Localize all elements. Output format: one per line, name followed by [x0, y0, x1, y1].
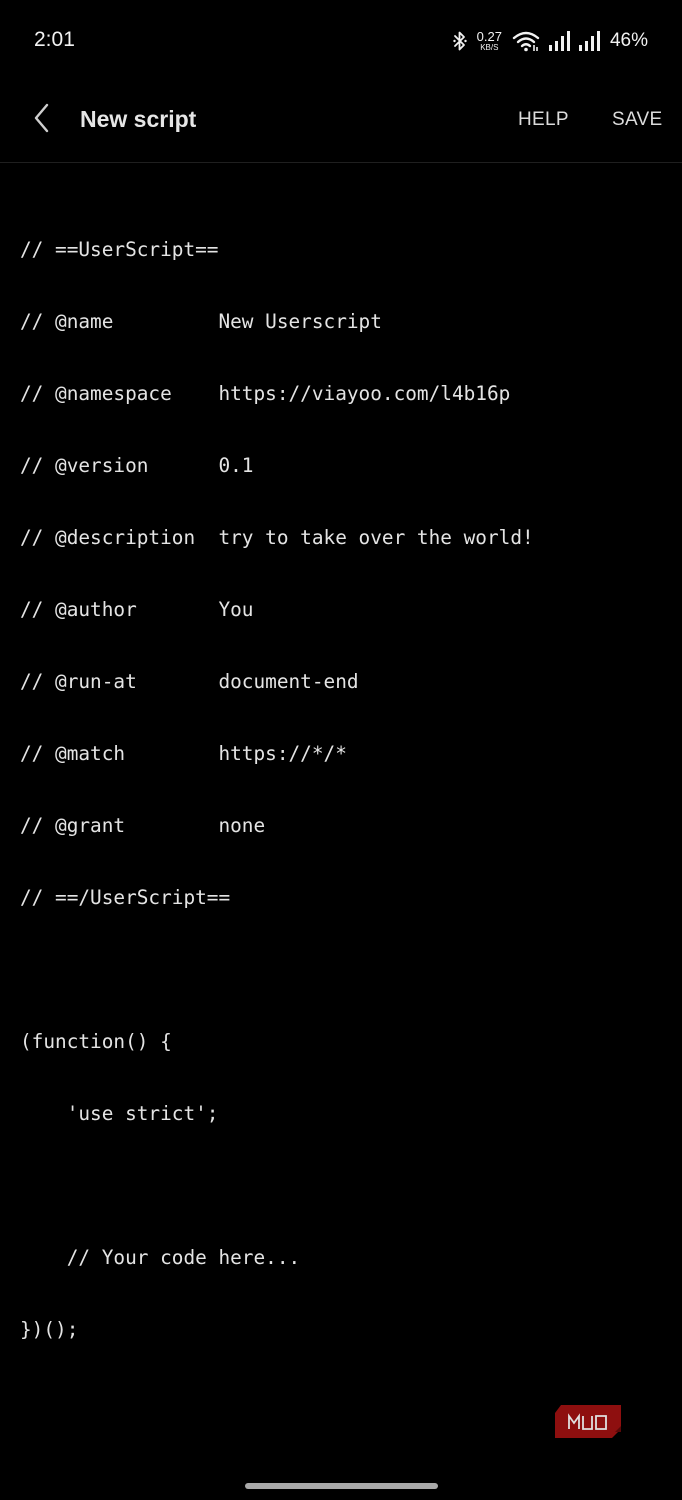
signal-icon	[578, 30, 600, 52]
code-editor[interactable]: // ==UserScript== // @name New Userscrip…	[20, 190, 660, 1366]
code-line: // @grant none	[20, 814, 266, 837]
code-line: (function() {	[20, 1030, 172, 1053]
code-line: // @name New Userscript	[20, 310, 382, 333]
status-time: 2:01	[34, 28, 75, 51]
status-bar: 2:01 0.27 KB/S 46%	[0, 0, 682, 82]
back-chevron-icon	[32, 103, 52, 138]
back-button[interactable]	[22, 100, 62, 140]
wifi-icon	[512, 30, 540, 52]
bluetooth-icon	[452, 30, 467, 52]
code-line: // @author You	[20, 598, 254, 621]
code-line: // ==/UserScript==	[20, 886, 231, 909]
code-line: // @namespace https://viayoo.com/l4b16p	[20, 382, 511, 405]
network-speed: 0.27 KB/S	[477, 30, 502, 52]
code-line: 'use strict';	[20, 1102, 219, 1125]
code-line: // @match https://*/*	[20, 742, 347, 765]
code-line: // @version 0.1	[20, 454, 254, 477]
code-line: })();	[20, 1318, 79, 1341]
home-indicator[interactable]	[245, 1483, 438, 1489]
status-icons: 0.27 KB/S 46%	[452, 26, 648, 56]
code-line: // @run-at document-end	[20, 670, 359, 693]
network-speed-value: 0.27	[476, 29, 502, 44]
network-speed-unit: KB/S	[480, 43, 499, 52]
code-line: // Your code here...	[20, 1246, 301, 1269]
page-title: New script	[80, 106, 197, 132]
code-line: // @description try to take over the wor…	[20, 526, 534, 549]
signal-icon	[548, 30, 570, 52]
muo-watermark-logo	[555, 1405, 621, 1438]
app-bar: New script HELP SAVE	[0, 82, 682, 163]
help-button[interactable]: HELP	[518, 109, 569, 131]
save-button[interactable]: SAVE	[612, 109, 662, 131]
code-line: // ==UserScript==	[20, 238, 219, 261]
battery-level: 46%	[609, 30, 648, 51]
